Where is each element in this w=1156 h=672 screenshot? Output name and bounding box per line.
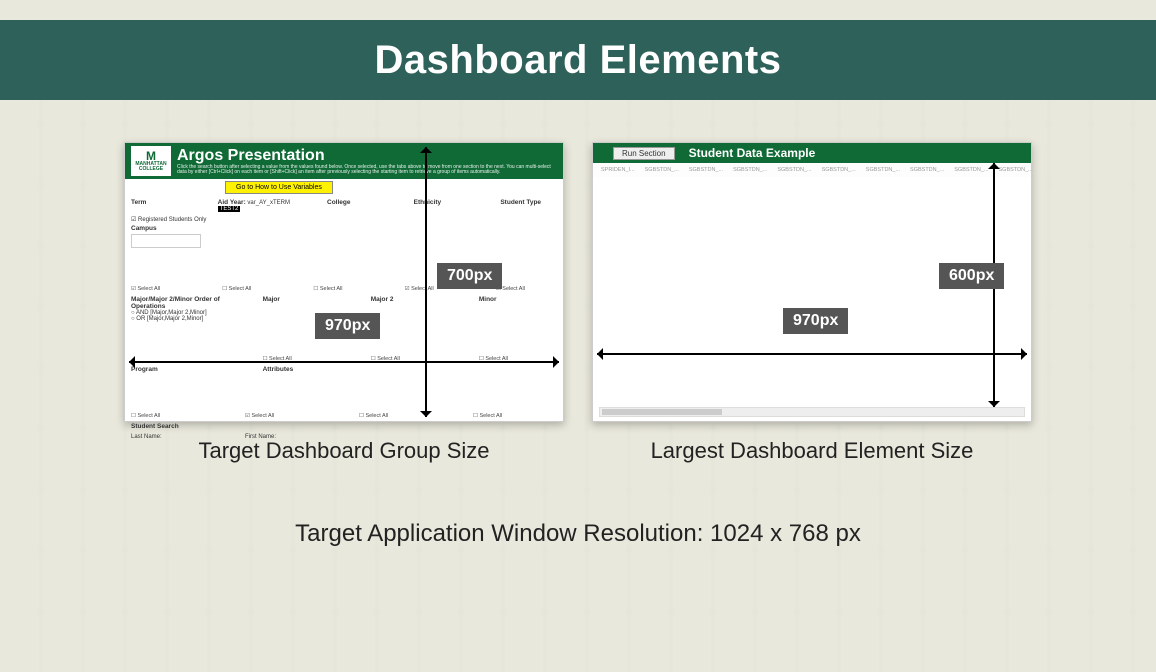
col-7: SGBSTDN_...	[910, 167, 944, 173]
slide-title: Dashboard Elements	[375, 38, 782, 83]
label-major-header: Major/Major 2/Minor Order of Operations	[131, 296, 233, 310]
label-program: Program	[131, 366, 158, 373]
label-registered-only[interactable]: Registered Students Only	[138, 217, 206, 223]
footer-resolution-note: Target Application Window Resolution: 10…	[0, 520, 1156, 548]
col-1: SGBSTDN_...	[645, 167, 679, 173]
manhattan-college-logo: M MANHATTAN COLLEGE	[131, 146, 171, 176]
col-8: SGBSTDN_...	[954, 167, 988, 173]
select-all-2[interactable]: Select All	[229, 286, 252, 292]
right-width-label: 970px	[783, 308, 848, 334]
left-horizontal-dimension-arrow	[129, 361, 559, 363]
label-minor: Minor	[479, 296, 497, 303]
dashboard-element-screenshot: Run Section Student Data Example SPRIDEN…	[592, 142, 1032, 422]
select-all-5[interactable]: Select All	[502, 286, 525, 292]
aid-year-value: var_AY_xTERM	[247, 200, 290, 206]
left-panel-wrap: M MANHATTAN COLLEGE Argos Presentation C…	[124, 142, 564, 464]
left-height-label: 700px	[437, 263, 502, 289]
select-all-12[interactable]: Select All	[479, 413, 502, 419]
label-student-type: Student Type	[500, 199, 541, 206]
how-to-use-variables-button[interactable]: Go to How to Use Variables	[225, 181, 333, 194]
col-0: SPRIDEN_I...	[601, 167, 635, 173]
student-header: Run Section Student Data Example	[593, 143, 1031, 163]
col-9: SGBSTDN_...	[999, 167, 1033, 173]
label-major: Major	[263, 296, 280, 303]
col-3: SGBSTDN_...	[733, 167, 767, 173]
right-horizontal-dimension-arrow	[597, 353, 1027, 355]
select-all-11[interactable]: Select All	[365, 413, 388, 419]
right-height-label: 600px	[939, 263, 1004, 289]
right-caption: Largest Dashboard Element Size	[592, 438, 1032, 464]
label-major2: Major 2	[371, 296, 394, 303]
left-vertical-dimension-arrow	[425, 147, 427, 417]
label-student-search: Student Search	[131, 423, 557, 430]
horizontal-scrollbar[interactable]	[599, 407, 1025, 417]
scrollbar-thumb[interactable]	[602, 409, 722, 415]
campus-input[interactable]	[131, 234, 201, 248]
select-all-3[interactable]: Select All	[320, 286, 343, 292]
aid-year-value2: TEST2	[218, 206, 241, 212]
select-all-9[interactable]: Select All	[137, 413, 160, 419]
col-2: SGBSTDN_...	[689, 167, 723, 173]
label-first-name: First Name:	[245, 434, 276, 440]
op-or[interactable]: OR [Major,Major 2,Minor]	[136, 316, 203, 322]
select-all-4[interactable]: Select All	[411, 286, 434, 292]
col-5: SGBSTDN_...	[822, 167, 856, 173]
col-6: SGBSTDN_...	[866, 167, 900, 173]
panels-row: M MANHATTAN COLLEGE Argos Presentation C…	[0, 142, 1156, 464]
label-term: Term	[131, 199, 146, 206]
label-ethnicity: Ethnicity	[414, 199, 441, 206]
argos-title: Argos Presentation	[177, 147, 557, 165]
select-all-1[interactable]: Select All	[137, 286, 160, 292]
left-width-label: 970px	[315, 313, 380, 339]
label-college: College	[327, 199, 350, 206]
select-all-10[interactable]: Select All	[251, 413, 274, 419]
run-section-button[interactable]: Run Section	[613, 147, 675, 160]
col-4: SGBSTDN_...	[777, 167, 811, 173]
columns-row: SPRIDEN_I... SGBSTDN_... SGBSTDN_... SGB…	[593, 163, 1031, 177]
slide-title-bar: Dashboard Elements	[0, 20, 1156, 100]
dashboard-group-screenshot: M MANHATTAN COLLEGE Argos Presentation C…	[124, 142, 564, 422]
right-panel-wrap: Run Section Student Data Example SPRIDEN…	[592, 142, 1032, 464]
logo-line2: COLLEGE	[139, 167, 163, 172]
label-campus: Campus	[131, 225, 557, 232]
label-attributes: Attributes	[263, 366, 294, 373]
label-last-name: Last Name:	[131, 434, 162, 440]
argos-subtitle: Click the search button after selecting …	[177, 165, 557, 176]
student-data-title: Student Data Example	[689, 146, 816, 160]
argos-header: M MANHATTAN COLLEGE Argos Presentation C…	[125, 143, 563, 179]
label-aid-year: Aid Year:	[218, 199, 246, 206]
